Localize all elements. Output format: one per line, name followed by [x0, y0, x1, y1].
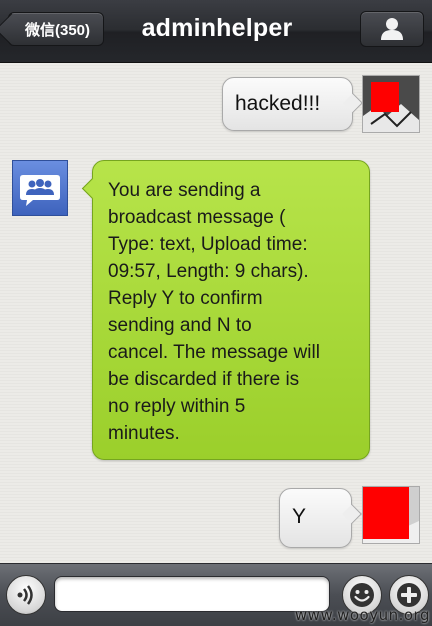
message-text: Y	[292, 505, 307, 528]
chat-area[interactable]: hacked!!! You are sending a broadcast me…	[0, 63, 432, 563]
message-input[interactable]	[54, 576, 330, 612]
avatar-image	[363, 487, 419, 543]
back-button[interactable]: 微信(350)	[8, 12, 104, 46]
avatar-image	[363, 76, 419, 132]
smiley-icon	[350, 583, 374, 607]
voice-button[interactable]	[6, 575, 46, 615]
user-avatar[interactable]	[362, 486, 420, 544]
top-nav-bar: 微信(350) adminhelper	[0, 0, 432, 63]
message-bubble-sent[interactable]: Y	[279, 488, 352, 548]
user-avatar[interactable]	[362, 75, 420, 133]
watermark: www.wooyun.org	[294, 606, 430, 624]
broadcast-avatar[interactable]	[12, 160, 68, 216]
broadcast-group-icon	[20, 175, 60, 206]
message-input-bar: www.wooyun.org	[0, 563, 432, 626]
message-text: You are sending a broadcast message ( Ty…	[108, 180, 320, 444]
profile-button[interactable]	[360, 11, 424, 47]
message-bubble-received[interactable]: You are sending a broadcast message ( Ty…	[92, 160, 370, 460]
message-bubble-sent[interactable]: hacked!!!	[222, 77, 353, 131]
voice-icon	[17, 585, 33, 605]
message-text: hacked!!!	[235, 92, 321, 115]
back-button-label: 微信(350)	[25, 21, 91, 39]
plus-icon	[397, 583, 421, 607]
person-icon	[381, 18, 403, 40]
chat-title: adminhelper	[141, 14, 293, 42]
